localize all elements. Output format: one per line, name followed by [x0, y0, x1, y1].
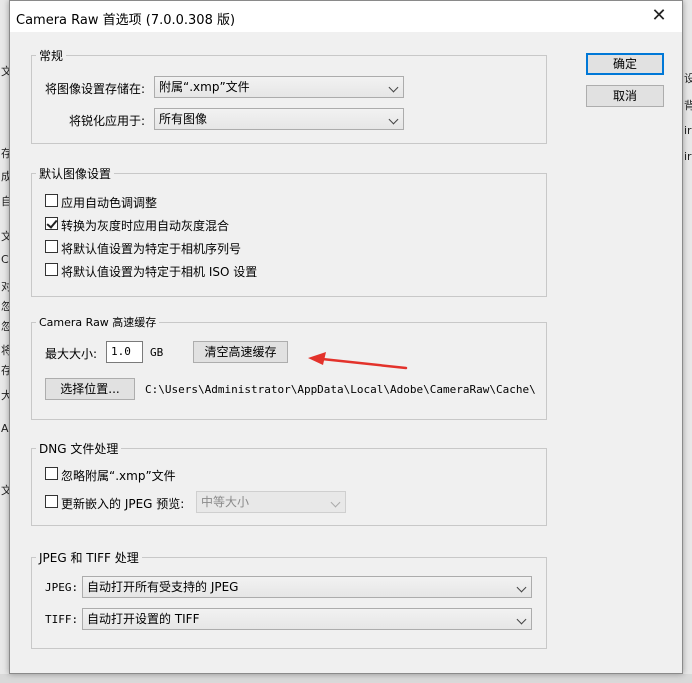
tiff-handling-value: 自动打开设置的 TIFF	[87, 612, 200, 626]
preview-size-value: 中等大小	[201, 495, 250, 509]
chevron-down-icon	[388, 82, 399, 93]
save-settings-label: 将图像设置存储在:	[45, 82, 146, 96]
ignore-xmp-label: 忽略附属“.xmp”文件	[61, 469, 176, 483]
arrow-shaft	[320, 357, 408, 370]
sharpen-value: 所有图像	[159, 112, 208, 126]
choose-location-button[interactable]: 选择位置...	[45, 378, 135, 400]
chevron-down-icon	[516, 614, 527, 625]
cache-group: Camera Raw 高速缓存	[31, 314, 547, 420]
max-size-label: 最大大小:	[45, 347, 98, 361]
camera-iso-checkbox[interactable]	[45, 263, 58, 276]
chevron-down-icon	[516, 582, 527, 593]
preferences-dialog: Camera Raw 首选项 (7.0.0.308 版) ✕ 确定 取消 常规 …	[9, 0, 683, 674]
sharpen-label: 将锐化应用于:	[69, 114, 146, 128]
max-size-unit: GB	[150, 346, 164, 359]
cache-path: C:\Users\Administrator\AppData\Local\Ado…	[145, 383, 536, 396]
bg-fragment: ir	[684, 124, 692, 137]
auto-grayscale-label: 转换为灰度时应用自动灰度混合	[61, 219, 230, 233]
auto-tone-label: 应用自动色调调整	[61, 196, 158, 210]
update-preview-label: 更新嵌入的 JPEG 预览:	[61, 497, 185, 511]
sharpen-select[interactable]: 所有图像	[154, 108, 404, 130]
dng-legend: DNG 文件处理	[39, 442, 119, 456]
jpeg-handling-select[interactable]: 自动打开所有受支持的 JPEG	[82, 576, 532, 598]
jpeg-handling-value: 自动打开所有受支持的 JPEG	[87, 580, 239, 594]
jpeg-tiff-legend: JPEG 和 TIFF 处理	[39, 551, 139, 565]
ok-button[interactable]: 确定	[586, 53, 664, 75]
purge-cache-button[interactable]: 清空高速缓存	[193, 341, 288, 363]
arrow-head	[308, 352, 326, 365]
red-arrow-annotation	[308, 352, 408, 370]
bg-fragment: A	[1, 422, 9, 435]
cache-legend: Camera Raw 高速缓存	[39, 316, 157, 329]
preview-size-select[interactable]: 中等大小	[196, 491, 346, 513]
auto-tone-checkbox[interactable]	[45, 194, 58, 207]
ignore-xmp-checkbox[interactable]	[45, 467, 58, 480]
chevron-down-icon	[330, 497, 341, 508]
chevron-down-icon	[388, 114, 399, 125]
background-edge	[0, 674, 692, 683]
auto-grayscale-checkbox[interactable]	[45, 217, 58, 230]
tiff-label: TIFF:	[45, 613, 79, 626]
save-settings-value: 附属“.xmp”文件	[159, 80, 250, 94]
default-settings-legend: 默认图像设置	[39, 167, 112, 181]
jpeg-tiff-group: JPEG 和 TIFF 处理	[31, 549, 547, 649]
bg-fragment: C	[1, 253, 9, 266]
save-settings-select[interactable]: 附属“.xmp”文件	[154, 76, 404, 98]
camera-serial-checkbox[interactable]	[45, 240, 58, 253]
cancel-button[interactable]: 取消	[586, 85, 664, 107]
max-size-input[interactable]: 1.0	[106, 341, 143, 363]
camera-serial-label: 将默认值设置为特定于相机序列号	[61, 242, 242, 256]
tiff-handling-select[interactable]: 自动打开设置的 TIFF	[82, 608, 532, 630]
bg-fragment: ir	[684, 150, 692, 163]
bg-fragment: 设	[684, 72, 692, 85]
bg-fragment: 背	[684, 99, 692, 112]
title-bar: Camera Raw 首选项 (7.0.0.308 版) ✕	[10, 1, 682, 32]
window-title: Camera Raw 首选项 (7.0.0.308 版)	[16, 13, 236, 28]
update-preview-checkbox[interactable]	[45, 495, 58, 508]
close-icon[interactable]: ✕	[636, 1, 682, 32]
jpeg-label: JPEG:	[45, 581, 79, 594]
general-legend: 常规	[39, 49, 64, 63]
camera-iso-label: 将默认值设置为特定于相机 ISO 设置	[61, 265, 258, 279]
